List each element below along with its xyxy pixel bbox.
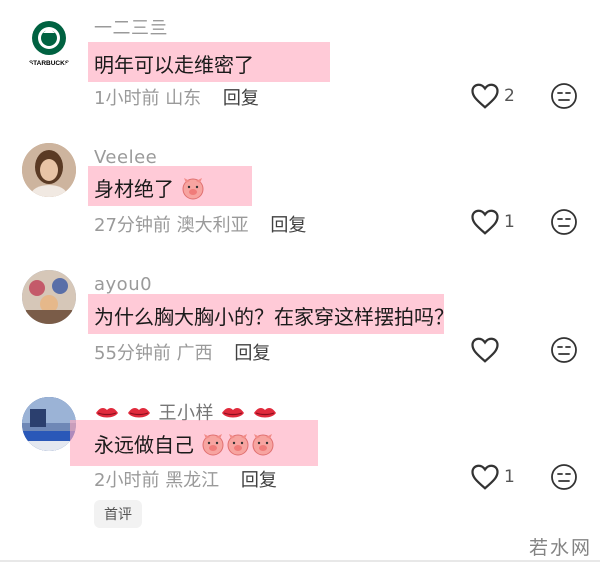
avatar[interactable] [22,270,76,324]
avatar[interactable]: STARBUCKS [22,16,76,70]
username[interactable]: ayou0 [94,274,152,295]
watermark: 若水网 [528,537,592,559]
heart-outline-icon [471,337,499,363]
comment-time: 55分钟前 [94,343,171,364]
heart-outline-icon [471,464,499,490]
profile-photo-icon [22,143,76,197]
comment-location: 澳大利亚 [176,215,249,236]
comment-meta: 55分钟前 广西 回复 [94,339,270,365]
pig-face-emoji-icon [182,178,204,200]
meh-face-icon [551,83,577,109]
username[interactable]: 一二三亖 [94,14,168,40]
dislike-button[interactable] [549,81,579,115]
dislike-button[interactable] [549,462,579,496]
pig-face-emoji-icon [202,434,224,456]
heart-outline-icon [471,209,499,235]
comment-location: 黑龙江 [165,470,220,491]
avatar[interactable] [22,143,76,197]
meh-face-icon [551,337,577,363]
first-comment-badge: 首评 [94,500,142,528]
svg-text:STARBUCKS: STARBUCKS [29,60,70,67]
comment-time: 27分钟前 [94,215,171,236]
comment-meta: 2小时前 黑龙江 回复 [94,466,277,492]
comment-meta: 1小时前 山东 回复 [94,84,259,110]
reply-button[interactable]: 回复 [241,470,277,491]
dislike-button[interactable] [549,207,579,241]
username[interactable]: Veelee [94,147,157,168]
comment-text: 身材绝了 [94,173,205,202]
avatar[interactable] [22,397,76,451]
like-button[interactable]: 2 [470,82,516,110]
starbucks-logo-icon: STARBUCKS [29,21,70,67]
like-button[interactable]: 1 [470,463,516,491]
like-count: 2 [504,86,515,106]
meh-face-icon [551,464,577,490]
pig-face-emoji-icon [227,434,249,456]
comment-text: 为什么胸大胸小的？在家穿这样摆拍吗？ [94,305,454,329]
heart-outline-icon [471,83,499,109]
profile-photo-icon [22,270,76,324]
comment-location: 山东 [165,88,202,109]
comment-time: 1小时前 [94,88,160,109]
dislike-button[interactable] [549,335,579,369]
like-count: 1 [504,467,515,487]
comment-text: 永远做自己 [94,429,275,458]
comment-location: 广西 [176,343,213,364]
reply-button[interactable]: 回复 [234,343,270,364]
meh-face-icon [551,209,577,235]
comment-text: 明年可以走维密了 [94,53,254,77]
comment-meta: 27分钟前 澳大利亚 回复 [94,211,306,237]
profile-photo-icon [22,397,76,451]
pig-face-emoji-icon [252,434,274,456]
like-button[interactable] [470,336,516,364]
like-count: 1 [504,212,515,232]
reply-button[interactable]: 回复 [270,215,306,236]
like-button[interactable]: 1 [470,208,516,236]
comment-time: 2小时前 [94,470,160,491]
reply-button[interactable]: 回复 [223,88,259,109]
